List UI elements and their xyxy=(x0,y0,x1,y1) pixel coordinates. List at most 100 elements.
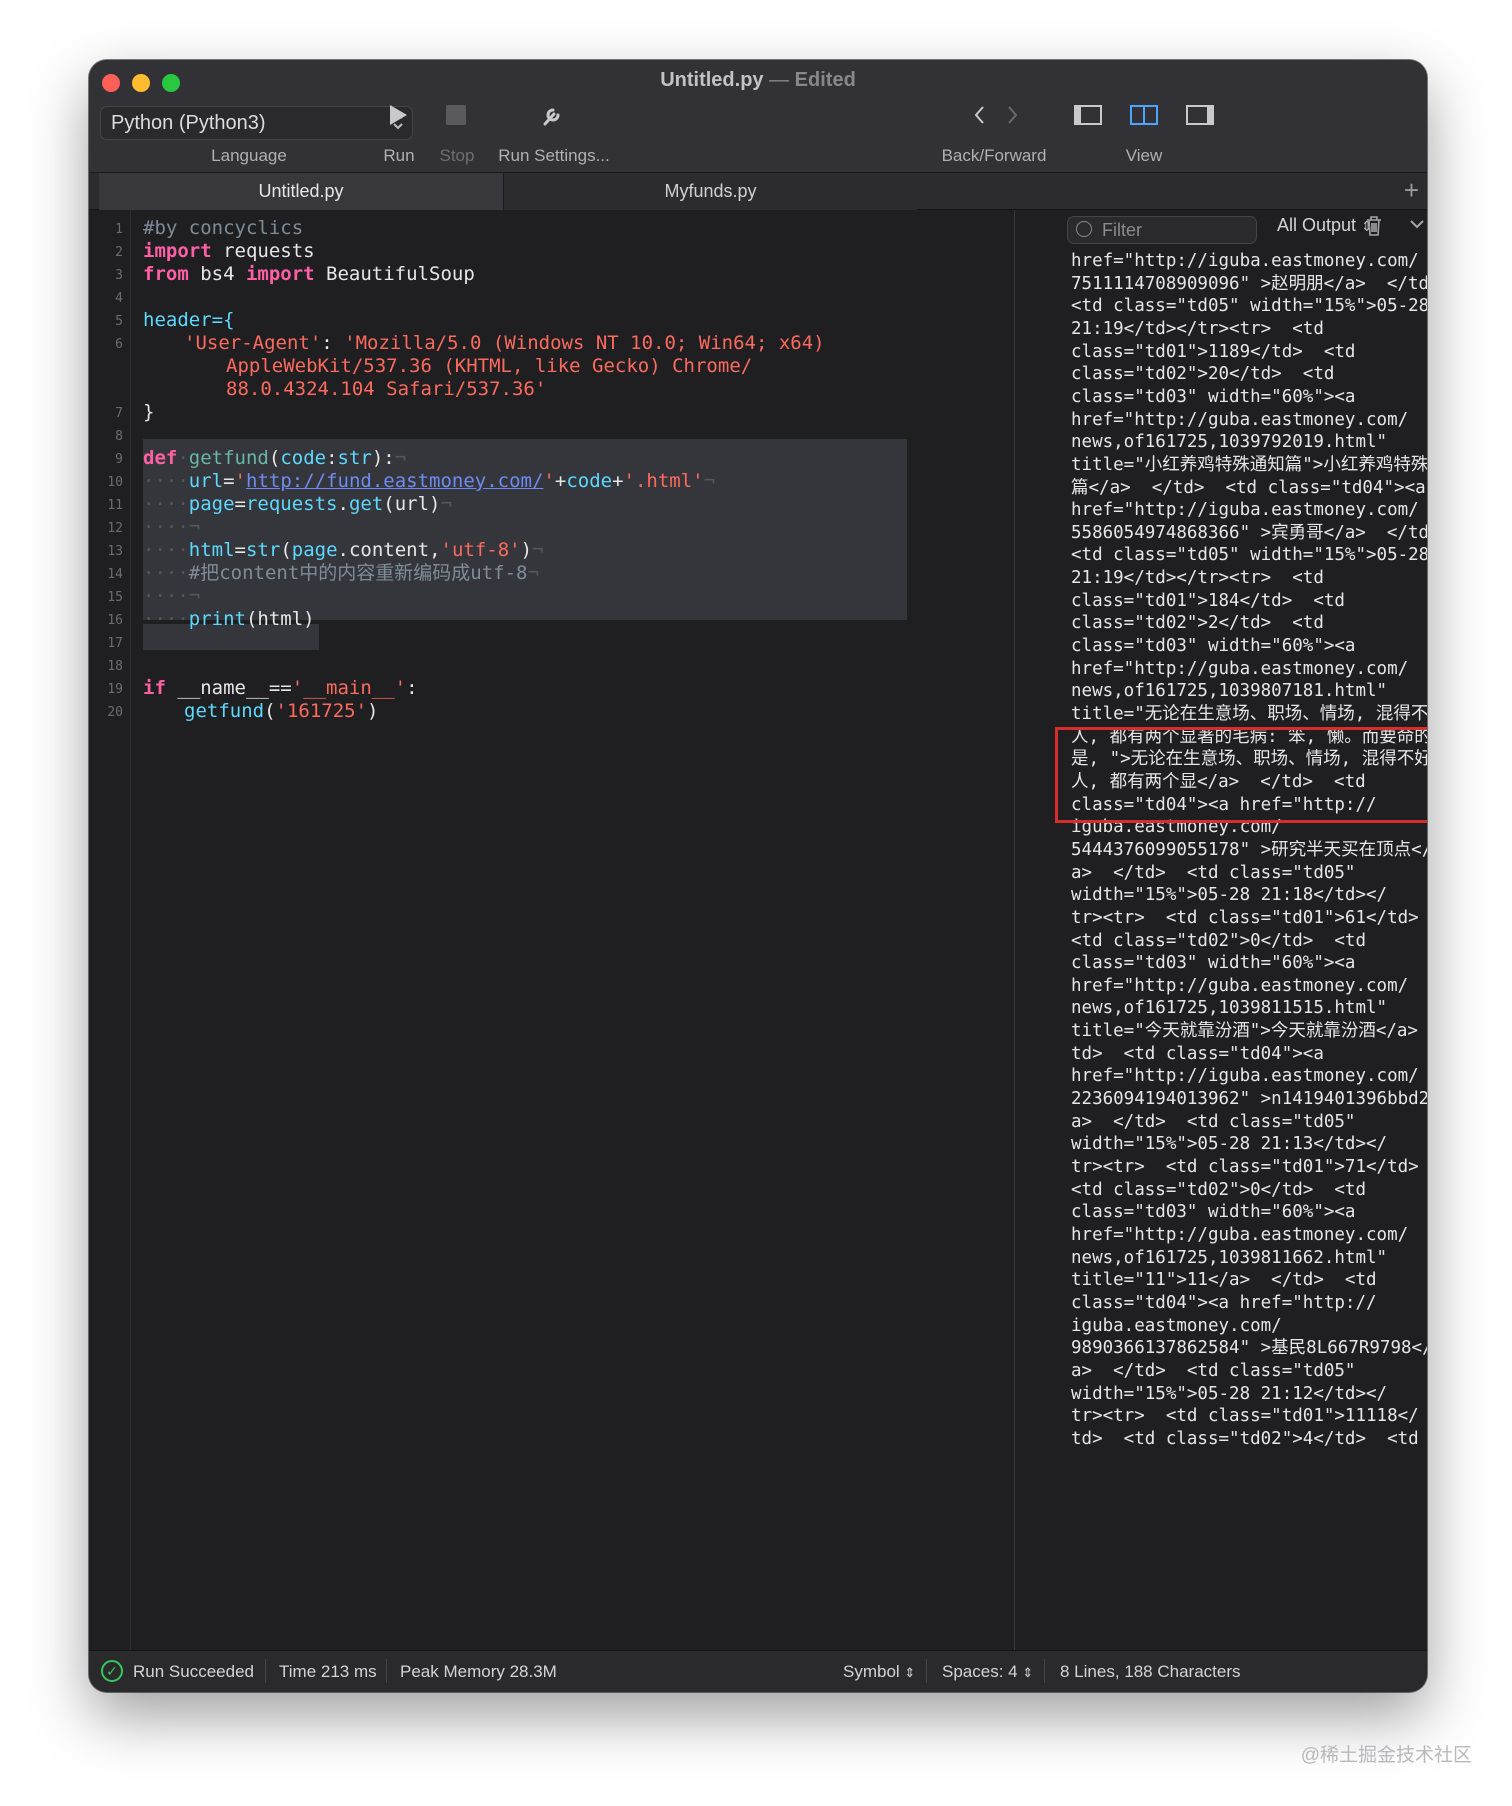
output-line: href="http://iguba.eastmoney.com/ xyxy=(1071,500,1419,521)
code-string: ' xyxy=(543,470,555,492)
filter-input[interactable]: Filter xyxy=(1067,216,1257,244)
code-editor[interactable]: #by concyclics import requests from bs4 … xyxy=(131,210,1014,1650)
code-text: = xyxy=(223,470,235,492)
output-line: 5586054974868366" >宾勇哥</a> </td> xyxy=(1071,522,1427,543)
line-number: 8 xyxy=(115,429,123,444)
code-keyword: def xyxy=(143,447,178,469)
run-settings-label[interactable]: Run Settings... xyxy=(484,146,624,166)
symbol-select[interactable]: Symbol ⇕ xyxy=(843,1662,915,1682)
output-line: tr><tr> <td class="td01">11118</ xyxy=(1071,1406,1419,1427)
line-number: 4 xyxy=(115,291,123,306)
chevron-right-icon[interactable] xyxy=(1001,102,1023,128)
whitespace-mark: ¬ xyxy=(188,585,201,607)
spaces-select[interactable]: Spaces: 4 ⇕ xyxy=(942,1662,1033,1682)
chevron-left-icon[interactable] xyxy=(969,102,991,128)
symbol-label: Symbol xyxy=(843,1662,900,1681)
code-var: page xyxy=(291,539,338,561)
output-line: td> <td class="td02">4</td> <td xyxy=(1071,1428,1419,1449)
output-line: <td class="td02">0</td> <td xyxy=(1071,930,1367,951)
line-number: 14 xyxy=(107,567,123,582)
all-output-select[interactable]: All Output ⇕ xyxy=(1277,215,1373,236)
output-line: <td class="td05" width="15%">05-28 xyxy=(1071,545,1427,566)
window-title-filename: Untitled.py xyxy=(660,69,764,91)
output-line: news,of161725,1039792019.html" xyxy=(1071,432,1388,453)
divider xyxy=(1044,1659,1045,1683)
trash-icon[interactable] xyxy=(1364,214,1384,244)
chevron-updown-icon: ⇕ xyxy=(1022,1665,1034,1680)
code-text: __name__== xyxy=(165,677,292,699)
output-line: href="http://guba.eastmoney.com/ xyxy=(1071,658,1409,679)
line-number: 12 xyxy=(107,521,123,536)
whitespace-mark: ···· xyxy=(143,516,189,538)
line-number: 1 xyxy=(115,222,123,237)
line-char-count: 8 Lines, 188 Characters xyxy=(1060,1662,1241,1681)
chevron-updown-icon: ⇕ xyxy=(904,1665,916,1680)
code-text: ) xyxy=(520,539,533,561)
output-line: 篇</a> </td> <td class="td04"><a xyxy=(1071,477,1426,498)
code-line: ····print(html) xyxy=(143,606,315,632)
chevron-down-icon[interactable] xyxy=(1408,212,1426,242)
code-text: (url) xyxy=(383,493,441,515)
back-forward-label: Back/Forward xyxy=(941,146,1047,165)
whitespace-mark: ¬ xyxy=(527,562,539,584)
code-var: url xyxy=(188,470,224,492)
sidebar-right-icon[interactable] xyxy=(1185,102,1215,128)
split-view-icon[interactable] xyxy=(1129,102,1159,128)
line-number: 2 xyxy=(115,245,123,260)
whitespace-mark: ···· xyxy=(143,539,189,561)
output-line: href="http://iguba.eastmoney.com/ xyxy=(1071,1066,1419,1087)
stop-icon[interactable] xyxy=(445,104,467,126)
output-line: title="小红养鸡特殊通知篇">小红养鸡特殊通知 xyxy=(1071,454,1427,475)
code-text: ): xyxy=(371,447,395,469)
code-keyword: if xyxy=(143,677,166,699)
language-label: Language xyxy=(211,146,287,165)
code-text: = xyxy=(234,539,246,561)
line-number: 13 xyxy=(107,544,123,559)
line-number: 5 xyxy=(115,314,123,329)
whitespace-mark: ¬ xyxy=(440,493,452,515)
code-text: ( xyxy=(280,539,292,561)
code-keyword: import xyxy=(245,263,315,285)
output-line: class="td03" width="60%"><a xyxy=(1071,386,1356,407)
wrench-icon[interactable] xyxy=(539,102,565,128)
output-line: news,of161725,1039811662.html" xyxy=(1071,1247,1388,1268)
output-line: href="http://iguba.eastmoney.com/ xyxy=(1071,251,1419,271)
run-button-label[interactable]: Run xyxy=(369,146,429,166)
whitespace-mark: ···· xyxy=(143,493,189,515)
output-line: 7511114708909096" >赵明朋</a> </td> xyxy=(1071,273,1427,294)
tab-myfunds-py[interactable]: Myfunds.py xyxy=(503,173,917,210)
status-bar: ✓ Run Succeeded Time 213 ms Peak Memory … xyxy=(89,1650,1427,1692)
line-number: 17 xyxy=(107,636,123,651)
code-text: content xyxy=(348,539,430,561)
stop-button-label[interactable]: Stop xyxy=(429,146,485,166)
app-window: Untitled.py — Edited Python (Python3) La… xyxy=(89,60,1427,1692)
line-number: 15 xyxy=(107,590,123,605)
output-pane: Filter All Output ⇕ href="http://iguba.e… xyxy=(1014,210,1427,1650)
code-text: . xyxy=(337,493,349,515)
sidebar-left-icon[interactable] xyxy=(1073,102,1103,128)
line-number: 7 xyxy=(115,406,123,421)
all-output-label: All Output xyxy=(1277,215,1357,235)
whitespace-mark: ¬ xyxy=(394,447,407,469)
code-keyword: from xyxy=(143,263,189,285)
plus-icon[interactable]: + xyxy=(1404,175,1419,206)
output-line: 21:19</td></tr><tr> <td xyxy=(1071,568,1324,589)
code-function: getfund xyxy=(188,447,269,469)
code-comment: #by concyclics xyxy=(143,217,304,239)
code-string: '__main__' xyxy=(291,677,407,699)
code-text: BeautifulSoup xyxy=(314,263,475,285)
code-function: print xyxy=(188,608,246,630)
window-title: Untitled.py — Edited xyxy=(89,69,1427,92)
output-line: news,of161725,1039807181.html" xyxy=(1071,681,1388,702)
spaces-label: Spaces: 4 xyxy=(942,1662,1018,1681)
play-icon[interactable] xyxy=(385,102,411,128)
code-url[interactable]: http://fund.eastmoney.com/ xyxy=(246,470,543,492)
output-toolbar: Filter All Output ⇕ xyxy=(1015,210,1427,248)
whitespace-mark: ¬ xyxy=(532,539,544,561)
language-select[interactable]: Python (Python3) xyxy=(100,106,413,140)
code-text: . xyxy=(337,539,349,561)
filter-icon xyxy=(1076,221,1092,237)
tab-untitled-py[interactable]: Untitled.py xyxy=(99,173,503,210)
line-number: 3 xyxy=(115,268,123,283)
output-line: class="td04"><a href="http:// xyxy=(1071,1292,1377,1313)
